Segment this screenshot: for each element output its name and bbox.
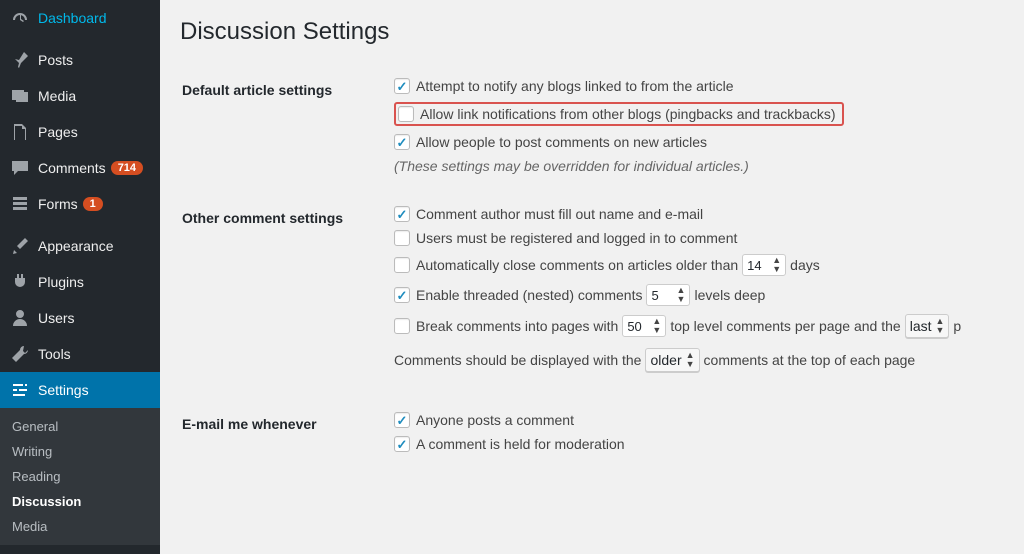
highlight-pingbacks: Allow link notifications from other blog…: [394, 102, 844, 126]
page-title: Discussion Settings: [180, 18, 1004, 46]
menu-label: Media: [38, 88, 76, 104]
label-auto-close-after: days: [790, 257, 820, 273]
menu-label: Tools: [38, 346, 71, 362]
checkbox-held-moderation[interactable]: [394, 436, 410, 452]
admin-sidebar: Dashboard Posts Media Pages Comments 714…: [0, 0, 160, 554]
submenu-discussion[interactable]: Discussion: [0, 489, 160, 514]
label-require-name-email[interactable]: Comment author must fill out name and e-…: [416, 206, 703, 222]
label-threaded-before[interactable]: Enable threaded (nested) comments: [416, 287, 642, 303]
stepper-icon[interactable]: ▲▼: [686, 351, 695, 369]
checkbox-notify-blogs[interactable]: [394, 78, 410, 94]
default-article-note: (These settings may be overridden for in…: [394, 158, 1002, 174]
label-require-registered[interactable]: Users must be registered and logged in t…: [416, 230, 737, 246]
wrench-icon: [10, 344, 30, 364]
stepper-icon[interactable]: ▲▼: [652, 317, 661, 335]
forms-icon: [10, 194, 30, 214]
menu-label: Posts: [38, 52, 73, 68]
section-heading-other-comment: Other comment settings: [182, 194, 392, 398]
submenu-general[interactable]: General: [0, 414, 160, 439]
settings-sliders-icon: [10, 380, 30, 400]
forms-count-badge: 1: [83, 197, 103, 211]
menu-label: Settings: [38, 382, 89, 398]
label-auto-close-before[interactable]: Automatically close comments on articles…: [416, 257, 738, 273]
comments-count-badge: 714: [111, 161, 143, 175]
input-auto-close-days[interactable]: 14 ▲▼: [742, 254, 786, 276]
menu-users[interactable]: Users: [0, 300, 160, 336]
menu-label: Pages: [38, 124, 78, 140]
menu-dashboard[interactable]: Dashboard: [0, 0, 160, 36]
checkbox-auto-close[interactable]: [394, 257, 410, 273]
brush-icon: [10, 236, 30, 256]
menu-label: Comments: [38, 160, 106, 176]
menu-posts[interactable]: Posts: [0, 42, 160, 78]
pages-icon: [10, 122, 30, 142]
active-arrow-icon: [160, 382, 168, 398]
menu-settings[interactable]: Settings: [0, 372, 160, 408]
select-display-order[interactable]: older ▲▼: [645, 348, 699, 372]
menu-label: Dashboard: [38, 10, 107, 26]
section-heading-email-me: E-mail me whenever: [182, 400, 392, 478]
menu-tools[interactable]: Tools: [0, 336, 160, 372]
comments-icon: [10, 158, 30, 178]
menu-plugins[interactable]: Plugins: [0, 264, 160, 300]
label-threaded-after: levels deep: [694, 287, 765, 303]
label-allow-pingbacks[interactable]: Allow link notifications from other blog…: [420, 106, 836, 122]
dashboard-icon: [10, 8, 30, 28]
stepper-icon[interactable]: ▲▼: [677, 286, 686, 304]
submenu-writing[interactable]: Writing: [0, 439, 160, 464]
checkbox-allow-comments[interactable]: [394, 134, 410, 150]
checkbox-require-registered[interactable]: [394, 230, 410, 246]
label-display-order-after: comments at the top of each page: [704, 352, 916, 368]
users-icon: [10, 308, 30, 328]
label-paginate-mid: top level comments per page and the: [670, 318, 900, 334]
menu-label: Forms: [38, 196, 78, 212]
menu-label: Appearance: [38, 238, 114, 254]
stepper-icon[interactable]: ▲▼: [772, 256, 781, 274]
checkbox-anyone-posts[interactable]: [394, 412, 410, 428]
label-paginate-after: p: [953, 318, 961, 334]
select-paginate-page[interactable]: last ▲▼: [905, 314, 950, 338]
menu-label: Users: [38, 310, 75, 326]
checkbox-threaded[interactable]: [394, 287, 410, 303]
checkbox-allow-pingbacks[interactable]: [398, 106, 414, 122]
submenu-media[interactable]: Media: [0, 514, 160, 539]
menu-forms[interactable]: Forms 1: [0, 186, 160, 222]
plug-icon: [10, 272, 30, 292]
menu-media[interactable]: Media: [0, 78, 160, 114]
menu-comments[interactable]: Comments 714: [0, 150, 160, 186]
input-threaded-levels[interactable]: 5 ▲▼: [646, 284, 690, 306]
content-area: Discussion Settings Default article sett…: [160, 0, 1024, 554]
menu-appearance[interactable]: Appearance: [0, 228, 160, 264]
menu-pages[interactable]: Pages: [0, 114, 160, 150]
pin-icon: [10, 50, 30, 70]
media-icon: [10, 86, 30, 106]
input-paginate-per-page[interactable]: 50 ▲▼: [622, 315, 666, 337]
settings-submenu: General Writing Reading Discussion Media: [0, 408, 160, 545]
label-display-order-before: Comments should be displayed with the: [394, 352, 641, 368]
submenu-reading[interactable]: Reading: [0, 464, 160, 489]
label-paginate-before[interactable]: Break comments into pages with: [416, 318, 618, 334]
checkbox-require-name-email[interactable]: [394, 206, 410, 222]
section-heading-default-article: Default article settings: [182, 66, 392, 192]
menu-label: Plugins: [38, 274, 84, 290]
stepper-icon[interactable]: ▲▼: [936, 317, 945, 335]
label-notify-blogs[interactable]: Attempt to notify any blogs linked to fr…: [416, 78, 734, 94]
checkbox-paginate[interactable]: [394, 318, 410, 334]
label-anyone-posts[interactable]: Anyone posts a comment: [416, 412, 574, 428]
label-held-moderation[interactable]: A comment is held for moderation: [416, 436, 625, 452]
label-allow-comments[interactable]: Allow people to post comments on new art…: [416, 134, 707, 150]
